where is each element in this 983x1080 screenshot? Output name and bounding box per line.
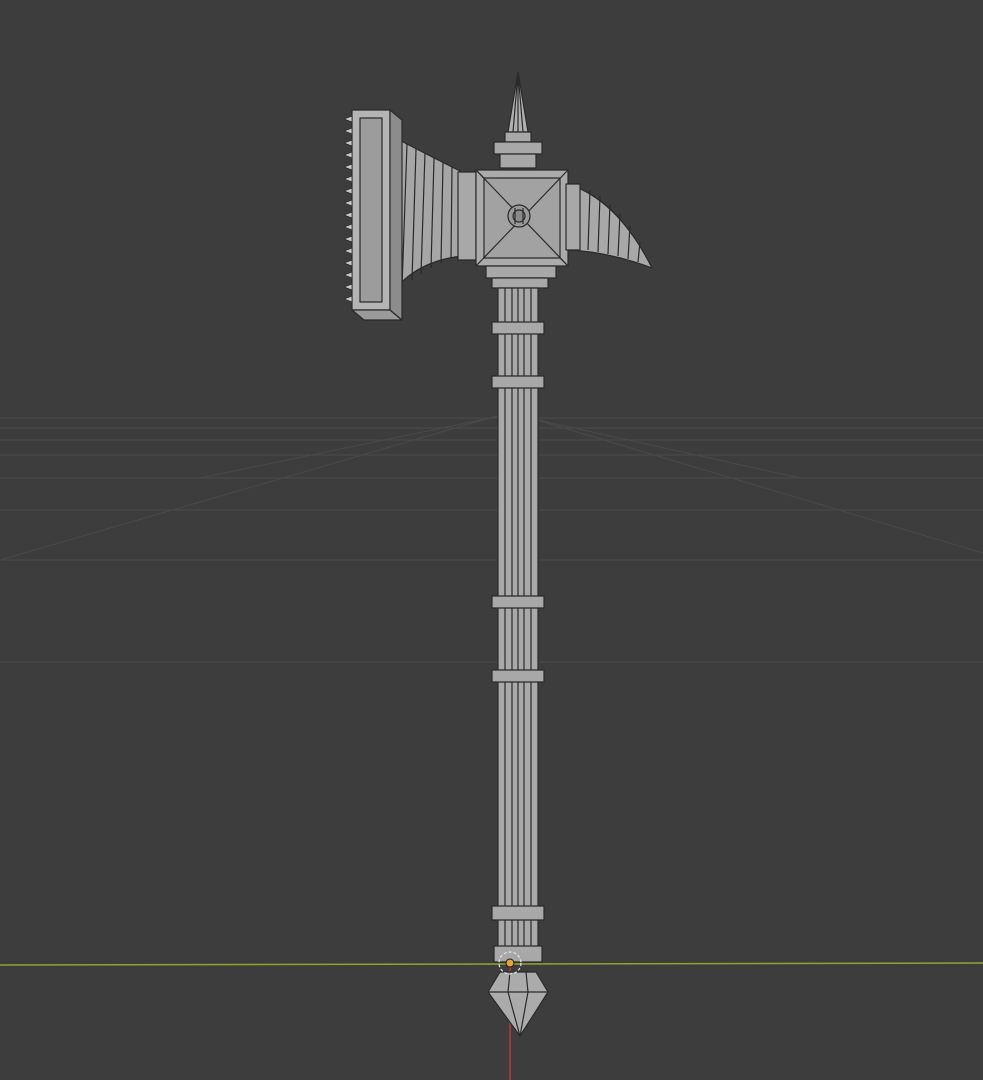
floor-grid [0, 414, 983, 663]
x-axis-line [0, 962, 983, 966]
pommel-spike[interactable] [487, 971, 549, 1037]
viewport-canvas[interactable] [0, 0, 983, 1080]
serrated-edge[interactable] [343, 109, 403, 321]
3d-viewport[interactable] [0, 0, 983, 1080]
edge-spikes [343, 115, 353, 303]
head-block[interactable] [475, 169, 569, 289]
rear-spike[interactable] [565, 183, 653, 269]
spear-tip[interactable] [493, 71, 543, 169]
axe-model[interactable] [343, 71, 653, 1037]
